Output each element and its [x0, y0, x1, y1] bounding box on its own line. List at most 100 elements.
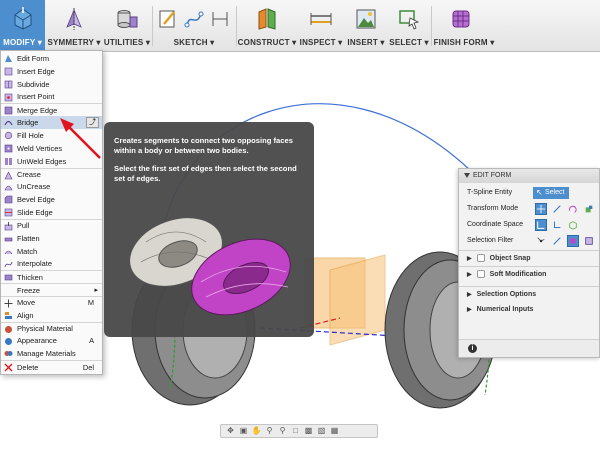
toolbar: MODIFY SYMMETRY UTILITIES [0, 0, 600, 52]
physical-material-icon [5, 325, 12, 333]
selection-options-section[interactable]: ▶ Selection Options [459, 286, 599, 302]
symmetry-menu-button[interactable]: SYMMETRY [47, 0, 100, 52]
menu-item-match[interactable]: Match [1, 245, 102, 258]
modify-dropdown-menu: Edit Form Insert Edge Subdivide Insert P… [0, 50, 103, 376]
menu-item-pull[interactable]: Pull [1, 218, 102, 232]
menu-shortcut: Del [82, 362, 94, 372]
menu-item-label: Match [17, 246, 38, 256]
numerical-inputs-label: Numerical Inputs [476, 306, 534, 313]
tooltip-instruction: Select the first set of edges then selec… [114, 164, 297, 183]
menu-item-label: Subdivide [17, 79, 50, 89]
zoom-window-icon[interactable]: ⚲ [277, 426, 288, 436]
menu-item-manage-materials[interactable]: Manage Materials [1, 347, 102, 360]
insert-image-icon [356, 9, 376, 29]
tooltip-description: Creates segments to connect two opposing… [114, 136, 293, 155]
menu-item-slide-edge[interactable]: Slide Edge [1, 206, 102, 219]
body-filter-icon[interactable] [583, 235, 595, 247]
menu-item-move[interactable]: Move M [1, 296, 102, 309]
submenu-arrow-icon: ▸ [94, 287, 98, 295]
zoom-icon[interactable]: ⚲ [264, 426, 275, 436]
insert-menu-button[interactable]: INSERT [345, 0, 387, 52]
manage-materials-icon [4, 351, 13, 357]
menu-item-freeze[interactable]: Freeze ▸ [1, 283, 102, 296]
object-snap-checkbox[interactable] [476, 254, 485, 263]
finish-form-button[interactable]: FINISH FORM [432, 0, 490, 52]
menu-item-label: Pull [17, 221, 30, 231]
panel-footer: i [459, 339, 599, 357]
visual-style-icon[interactable]: ▧ [316, 426, 327, 436]
multi-transform-icon[interactable] [535, 203, 547, 215]
move-icon [4, 299, 13, 308]
menu-item-label: Physical Material [17, 324, 73, 334]
utilities-label: UTILITIES [104, 38, 150, 47]
interpolate-icon [4, 261, 13, 267]
modify-icon [14, 7, 31, 30]
face-filter-icon[interactable] [567, 235, 579, 247]
scale-icon[interactable] [583, 203, 595, 215]
menu-item-physical-material[interactable]: Physical Material [1, 321, 102, 335]
symmetry-label: SYMMETRY [47, 38, 100, 47]
local-space-icon[interactable] [567, 219, 579, 231]
menu-shortcut: M [87, 298, 94, 308]
look-at-icon[interactable]: ▣ [238, 426, 249, 436]
menu-item-label: Flatten [17, 233, 40, 243]
select-menu-button[interactable]: SELECT [388, 0, 430, 52]
transform-mode-row: Transform Mode [459, 201, 599, 217]
menu-item-label: Edit Form [17, 53, 50, 63]
world-space-icon[interactable] [535, 219, 547, 231]
coordinate-space-row: Coordinate Space [459, 217, 599, 233]
menu-item-appearance[interactable]: Appearance A [1, 335, 102, 348]
menu-item-thicken[interactable]: Thicken [1, 270, 102, 283]
menu-item-interpolate[interactable]: Interpolate [1, 258, 102, 271]
menu-item-label: Bevel Edge [17, 195, 55, 205]
menu-item-edit-form[interactable]: Edit Form [1, 52, 102, 65]
menu-item-label: Appearance [17, 336, 57, 346]
object-snap-label: Object Snap [489, 255, 531, 262]
menu-item-uncrease[interactable]: UnCrease [1, 180, 102, 193]
menu-item-label: Delete [17, 362, 39, 372]
menu-item-insert-edge[interactable]: Insert Edge [1, 65, 102, 78]
menu-item-merge-edge[interactable]: Merge Edge [1, 103, 102, 116]
selection-options-label: Selection Options [476, 291, 537, 298]
grid-settings-icon[interactable]: ▦ [329, 426, 340, 436]
object-snap-toggle[interactable]: ▶ Object Snap [459, 250, 599, 266]
select-button[interactable]: Select [533, 187, 569, 199]
orbit-icon[interactable]: ✥ [225, 426, 236, 436]
selection-filter-row: Selection Filter [459, 233, 599, 249]
display-settings-icon[interactable]: ▩ [303, 426, 314, 436]
sketch-menu-button[interactable]: SKETCH [153, 0, 235, 52]
view-space-icon[interactable] [551, 219, 563, 231]
inspect-menu-button[interactable]: INSPECT [298, 0, 344, 52]
soft-modification-toggle[interactable]: ▶ Soft Modification [459, 266, 599, 282]
menu-item-bevel-edge[interactable]: Bevel Edge [1, 193, 102, 206]
translate-icon[interactable] [551, 203, 563, 215]
numerical-inputs-section[interactable]: ▶ Numerical Inputs [459, 302, 599, 318]
vertex-filter-icon[interactable] [535, 235, 547, 247]
pan-hand-icon[interactable]: ✋ [251, 426, 262, 436]
rotate-icon[interactable] [567, 203, 579, 215]
info-icon[interactable]: i [468, 344, 477, 353]
soft-modification-checkbox[interactable] [476, 270, 485, 279]
construct-menu-button[interactable]: CONSTRUCT [238, 0, 296, 52]
unweld-edges-icon [5, 157, 12, 165]
menu-item-subdivide[interactable]: Subdivide [1, 78, 102, 91]
select-box-icon [399, 10, 420, 30]
expand-arrow-icon: ▶ [467, 272, 472, 278]
edit-form-panel: EDIT FORM T-Spline Entity Select Transfo… [458, 168, 600, 358]
menu-item-label: Align [17, 310, 34, 320]
weld-vertices-icon [4, 144, 13, 153]
merge-edge-icon [4, 107, 13, 115]
edge-filter-icon[interactable] [551, 235, 563, 247]
menu-item-flatten[interactable]: Flatten [1, 232, 102, 245]
menu-item-align[interactable]: Align [1, 309, 102, 322]
transform-mode-label: Transform Mode [467, 205, 519, 212]
menu-item-insert-point[interactable]: Insert Point [1, 91, 102, 104]
menu-item-delete[interactable]: Delete Del [1, 360, 102, 373]
edit-form-title[interactable]: EDIT FORM [459, 169, 599, 183]
fit-icon[interactable]: □ [290, 426, 301, 436]
utilities-menu-button[interactable]: UTILITIES [104, 0, 150, 52]
expand-arrow-icon: ▶ [467, 292, 472, 298]
finish-form-label: FINISH FORM [434, 38, 495, 47]
expand-arrow-icon: ▶ [467, 256, 472, 262]
modify-menu-button[interactable]: MODIFY [0, 0, 45, 52]
